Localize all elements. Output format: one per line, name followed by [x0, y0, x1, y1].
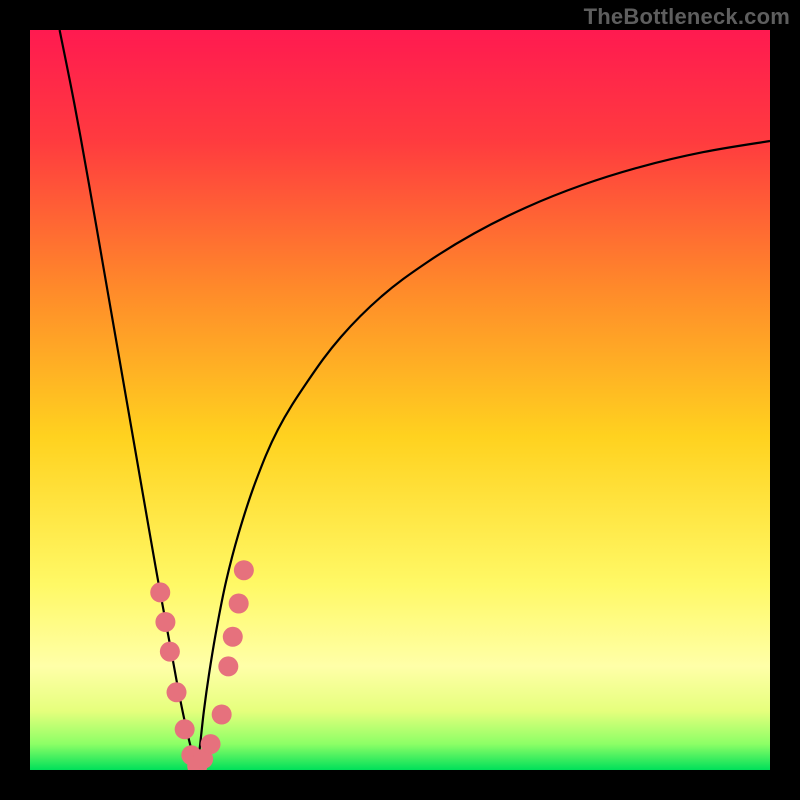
marker-dot	[223, 627, 243, 647]
marker-dot	[212, 705, 232, 725]
marker-dot	[234, 560, 254, 580]
gradient-background	[30, 30, 770, 770]
marker-dot	[150, 582, 170, 602]
marker-dot	[201, 734, 221, 754]
marker-dot	[229, 594, 249, 614]
watermark-text: TheBottleneck.com	[584, 4, 790, 30]
marker-dot	[155, 612, 175, 632]
marker-dot	[175, 719, 195, 739]
chart-svg	[30, 30, 770, 770]
marker-dot	[167, 682, 187, 702]
chart-frame: TheBottleneck.com	[0, 0, 800, 800]
plot-area	[30, 30, 770, 770]
marker-dot	[218, 656, 238, 676]
marker-dot	[160, 642, 180, 662]
